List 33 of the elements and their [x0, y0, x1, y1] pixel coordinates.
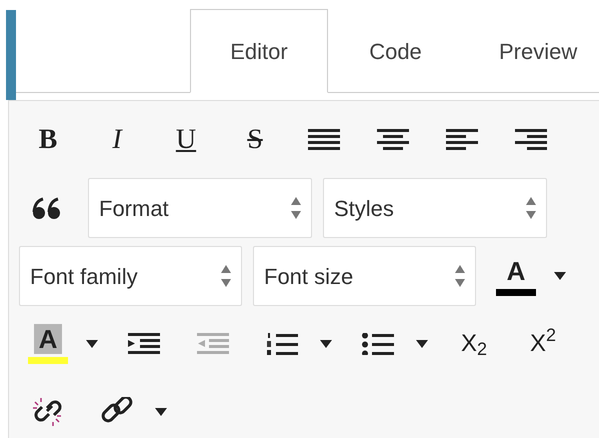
caret-icon — [86, 340, 98, 348]
bold-button[interactable]: B — [19, 116, 77, 164]
justify-icon — [308, 129, 340, 151]
updown-icon — [526, 197, 536, 219]
caret-icon — [320, 340, 332, 348]
caret-icon — [155, 408, 167, 416]
caret-icon — [416, 340, 428, 348]
text-color-button[interactable]: A — [487, 252, 545, 300]
underline-button[interactable]: U — [157, 116, 215, 164]
indent-icon — [128, 333, 160, 355]
outdent-icon — [197, 333, 229, 355]
updown-icon — [291, 197, 301, 219]
dropdown[interactable]: Styles — [323, 178, 547, 238]
tab[interactable]: Preview — [463, 9, 582, 93]
align-left-icon — [446, 129, 478, 151]
align-center-icon — [377, 129, 409, 151]
dropdown[interactable]: Font size — [253, 246, 476, 306]
updown-icon — [221, 265, 231, 287]
dropdown[interactable]: Font family — [19, 246, 242, 306]
numbered-list-icon — [266, 333, 298, 355]
align-right-icon — [515, 129, 547, 151]
highlight-button[interactable]: A — [19, 320, 77, 368]
tab[interactable]: Code — [328, 9, 463, 93]
tab[interactable]: Editor — [190, 9, 328, 93]
unlink-icon — [32, 397, 64, 427]
subscript-button[interactable]: X$_{2}$ — [445, 320, 503, 368]
bullet-list-icon — [362, 333, 394, 355]
strikethrough-button[interactable]: S — [226, 116, 284, 164]
dropdown[interactable]: Format — [88, 178, 312, 238]
caret-icon — [554, 272, 566, 280]
updown-icon — [455, 265, 465, 287]
superscript-button[interactable]: X$^{2}$ — [514, 320, 572, 368]
italic-button[interactable]: I — [88, 116, 146, 164]
